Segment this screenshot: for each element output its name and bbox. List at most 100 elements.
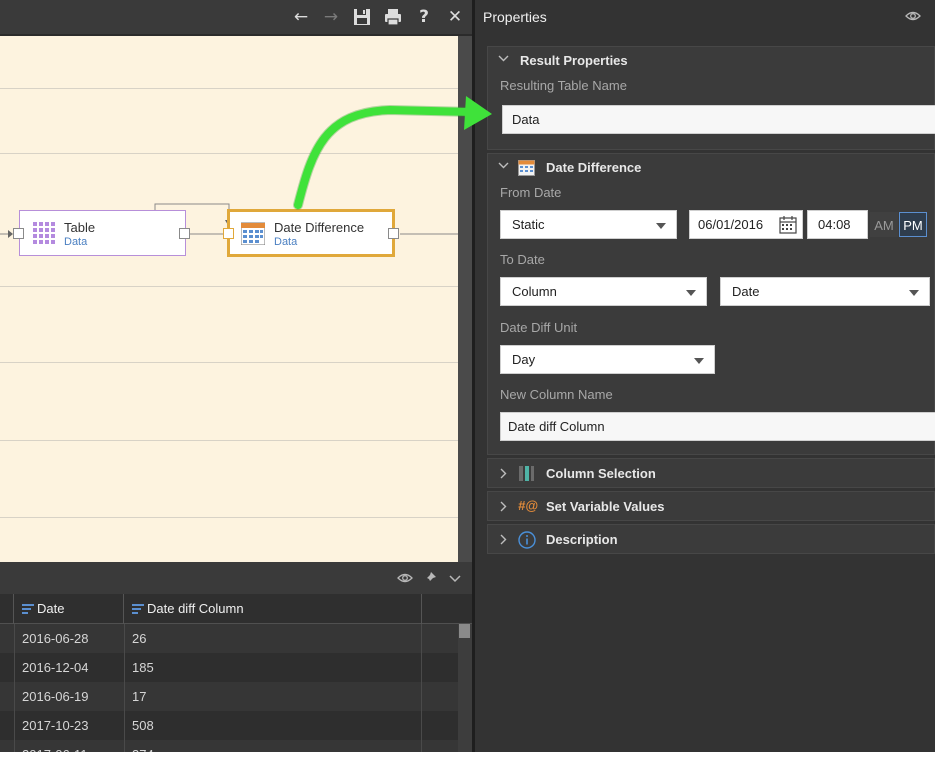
grid-toolbar — [0, 562, 472, 594]
from-date-mode-select[interactable]: Static — [500, 210, 677, 239]
node-title: Date Difference — [274, 220, 365, 235]
select-value: Static — [512, 217, 545, 232]
close-icon[interactable]: ✕ — [444, 6, 466, 28]
set-variable-values-section[interactable]: #@ Set Variable Values — [487, 491, 935, 521]
column-divider — [14, 624, 15, 752]
column-header-date[interactable]: Date — [14, 594, 124, 624]
grid-header: Date Date diff Column — [0, 594, 472, 624]
grid-scrollbar-thumb[interactable] — [459, 624, 470, 638]
column-header-date-diff[interactable]: Date diff Column — [124, 594, 422, 624]
node-title: Table — [64, 220, 96, 235]
table-cell: 2017-06-11 — [14, 740, 88, 752]
column-divider — [124, 624, 125, 752]
variable-hash-icon: #@ — [518, 498, 538, 513]
section-title: Date Difference — [546, 160, 642, 175]
section-title: Set Variable Values — [546, 499, 665, 514]
canvas-toolbar: ← → ? ✕ — [0, 0, 472, 34]
help-button[interactable]: ? — [413, 6, 435, 28]
time-value: 04:08 — [818, 217, 851, 232]
date-difference-section: Date Difference From Date Static 06/01/2… — [487, 153, 935, 455]
date-difference-node[interactable]: Date Difference Data — [227, 209, 395, 257]
column-divider — [421, 624, 422, 752]
description-section[interactable]: Description — [487, 524, 935, 554]
app-window: ← → ? ✕ Table Data Date Difference Data … — [0, 0, 935, 752]
chevron-down-icon — [498, 53, 509, 63]
chevron-right-icon — [498, 534, 508, 545]
table-cell: 26 — [132, 631, 147, 646]
table-row[interactable]: 2017-10-23 508 — [0, 711, 458, 740]
resulting-table-name-label: Resulting Table Name — [500, 78, 627, 93]
table-row[interactable]: 2016-06-19 17 — [0, 682, 458, 711]
chevron-down-icon — [498, 160, 509, 170]
date-value: 06/01/2016 — [698, 217, 764, 232]
arrow-left-icon[interactable]: ← — [290, 6, 312, 28]
table-row[interactable]: 2016-06-28 26 — [0, 624, 458, 653]
arrow-right-icon[interactable]: → — [320, 6, 342, 28]
node-subtitle: Data — [274, 236, 298, 248]
column-selection-section[interactable]: Column Selection — [487, 458, 935, 488]
pm-toggle[interactable]: PM — [899, 212, 927, 237]
calendar-picker-icon[interactable] — [779, 216, 797, 243]
section-header[interactable]: Date Difference — [488, 154, 934, 180]
table-node[interactable]: Table Data — [19, 210, 186, 256]
sort-icon — [132, 604, 144, 614]
table-cell: 2017-10-23 — [22, 718, 89, 733]
select-value: Day — [512, 352, 536, 367]
pin-icon[interactable] — [422, 570, 438, 586]
from-date-label: From Date — [500, 185, 562, 200]
to-date-label: To Date — [500, 252, 545, 267]
chevron-right-icon — [498, 468, 508, 479]
info-icon — [518, 531, 536, 549]
dropdown-caret-icon — [694, 358, 704, 364]
section-title: Column Selection — [546, 466, 656, 481]
column-header-label: Date — [37, 601, 65, 616]
node-subtitle: Data — [64, 236, 88, 248]
table-cell: 2016-06-19 — [22, 689, 89, 704]
table-row[interactable]: 2016-12-04 185 — [0, 653, 458, 682]
section-title: Description — [546, 532, 618, 547]
table-node-output-port[interactable] — [179, 228, 190, 239]
dropdown-caret-icon — [909, 290, 919, 296]
table-cell: 185 — [132, 660, 154, 675]
dropdown-caret-icon — [656, 223, 666, 229]
table-cell: 508 — [132, 718, 154, 733]
workflow-canvas[interactable]: Table Data Date Difference Data — [0, 36, 458, 562]
date-difference-output-port[interactable] — [388, 228, 399, 239]
table-cell: 17 — [132, 689, 147, 704]
calendar-icon — [240, 221, 266, 246]
date-difference-input-port[interactable] — [223, 228, 234, 239]
dropdown-caret-icon — [686, 290, 696, 296]
row-header-cell — [0, 594, 14, 624]
panel-title: Properties — [483, 9, 547, 25]
from-time-input[interactable]: 04:08 — [807, 210, 868, 239]
am-toggle[interactable]: AM — [870, 212, 898, 237]
canvas-scrollbar[interactable] — [458, 36, 472, 562]
chevron-right-icon — [498, 501, 508, 512]
calendar-icon — [518, 159, 535, 176]
result-properties-section: Result Properties Resulting Table Name D… — [487, 46, 935, 150]
resulting-table-name-input[interactable]: Data — [502, 105, 935, 134]
grid-scrollbar[interactable] — [458, 624, 472, 752]
sort-icon — [22, 604, 34, 614]
new-column-name-label: New Column Name — [500, 387, 613, 402]
eye-icon[interactable] — [905, 9, 921, 26]
section-header[interactable]: Result Properties — [488, 47, 934, 73]
table-node-input-port[interactable] — [13, 228, 24, 239]
save-icon[interactable] — [351, 6, 373, 28]
table-cell: 2016-06-28 — [22, 631, 89, 646]
properties-panel: Properties Result Properties Resulting T… — [475, 0, 935, 752]
date-diff-unit-label: Date Diff Unit — [500, 320, 578, 335]
table-row[interactable]: 2017-06-11 374 — [0, 740, 458, 752]
from-date-input[interactable]: 06/01/2016 — [689, 210, 803, 239]
print-icon[interactable] — [382, 6, 404, 28]
eye-icon[interactable] — [397, 570, 413, 586]
date-diff-unit-select[interactable]: Day — [500, 345, 715, 374]
table-cell: 374 — [124, 740, 154, 752]
table-grid-icon — [32, 221, 56, 245]
to-date-column-select[interactable]: Date — [720, 277, 930, 306]
to-date-mode-select[interactable]: Column — [500, 277, 707, 306]
new-column-name-input[interactable]: Date diff Column — [500, 412, 935, 441]
column-header-label: Date diff Column — [147, 601, 244, 616]
column-selection-icon — [518, 465, 535, 482]
chevron-down-icon[interactable] — [447, 570, 463, 586]
